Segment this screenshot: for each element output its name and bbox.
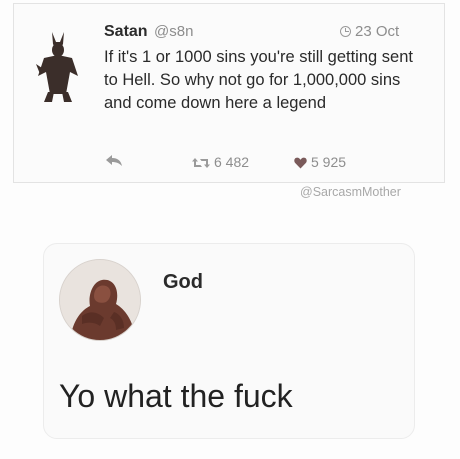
retweet-icon (192, 158, 210, 168)
reply-icon[interactable] (104, 153, 124, 167)
god-name[interactable]: God (163, 271, 203, 294)
like-count: 5 925 (311, 154, 347, 170)
ape-figure-icon (60, 260, 140, 340)
tweet-author: Satan @s8n (104, 23, 193, 41)
like-button[interactable]: 5 925 (294, 154, 346, 170)
author-handle[interactable]: @s8n (154, 23, 193, 40)
meme-page: Satan @s8n 23 Oct If it's 1 or 1000 sins… (0, 0, 460, 459)
retweet-count: 6 482 (214, 154, 250, 170)
heart-icon (294, 157, 307, 169)
tweet-date-text: 23 Oct (355, 23, 400, 40)
god-avatar[interactable] (59, 259, 141, 341)
satan-avatar[interactable] (30, 28, 86, 104)
tweet-text: If it's 1 or 1000 sins you're still gett… (104, 48, 413, 112)
watermark-text: @SarcasmMother (300, 185, 401, 199)
retweet-button[interactable]: 6 482 (192, 154, 249, 170)
tweet-date: 23 Oct (340, 23, 399, 40)
clock-icon (340, 26, 351, 37)
author-name[interactable]: Satan (104, 23, 148, 40)
god-reply-text: Yo what the fuck (59, 378, 293, 414)
